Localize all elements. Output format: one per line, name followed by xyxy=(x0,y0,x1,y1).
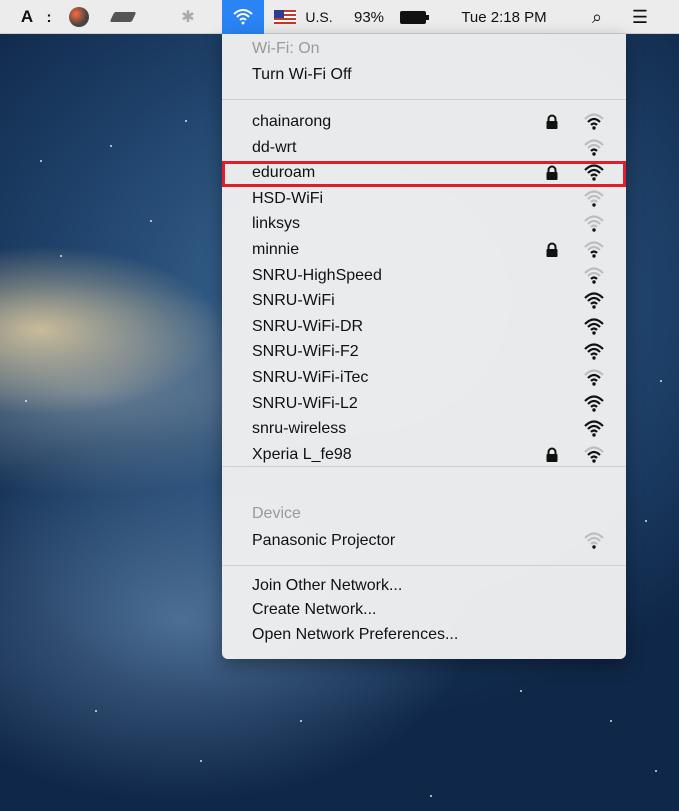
network-item-snru-wifi[interactable]: SNRU-WiFi xyxy=(222,289,626,313)
lock-icon xyxy=(544,242,560,258)
network-name: dd-wrt xyxy=(252,138,297,156)
wifi-signal-icon xyxy=(584,532,604,549)
open-network-preferences-item[interactable]: Open Network Preferences... xyxy=(252,623,458,647)
device-name: Panasonic Projector xyxy=(252,532,396,549)
network-name: minnie xyxy=(252,241,300,258)
device-item[interactable]: Panasonic Projector xyxy=(222,529,626,553)
network-name: SNRU-WiFi xyxy=(252,292,335,310)
wifi-signal-icon xyxy=(584,113,604,130)
drive-icon[interactable] xyxy=(108,0,138,34)
us-flag-icon[interactable] xyxy=(272,0,298,34)
network-name: linksys xyxy=(252,215,301,233)
network-item-snru-wireless[interactable]: snru-wireless xyxy=(222,417,626,441)
separator xyxy=(222,565,626,566)
network-item-snru-wifi-f2[interactable]: SNRU-WiFi-F2 xyxy=(222,340,626,364)
spotlight-search-icon[interactable]: ⌕ xyxy=(582,0,612,34)
wifi-signal-icon xyxy=(584,318,604,335)
wifi-status: Wi-Fi: On xyxy=(252,40,320,57)
network-name: SNRU-WiFi-DR xyxy=(252,317,364,335)
separator xyxy=(222,99,626,100)
device-header: Device xyxy=(252,505,301,522)
network-name: SNRU-WiFi-iTec xyxy=(252,369,369,386)
network-item-snru-wifi-dr[interactable]: SNRU-WiFi-DR xyxy=(222,315,626,339)
bluetooth-icon[interactable]: ✱ xyxy=(178,0,198,34)
wifi-signal-icon xyxy=(584,369,604,386)
network-item-linksys[interactable]: linksys xyxy=(222,212,626,236)
ball-icon[interactable] xyxy=(64,0,94,34)
wifi-signal-icon xyxy=(584,395,604,412)
network-name: snru-wireless xyxy=(252,420,347,438)
network-item-hsd-wifi[interactable]: HSD-WiFi xyxy=(222,187,626,211)
battery-icon[interactable] xyxy=(394,0,432,34)
wifi-dropdown-menu: Wi-Fi: On Turn Wi-Fi Off chainarong dd-wr… xyxy=(222,34,626,659)
lock-icon xyxy=(544,447,560,463)
lock-icon xyxy=(544,114,560,130)
network-item-chainarong[interactable]: chainarong xyxy=(222,110,626,134)
network-item-xperia-l-fe98[interactable]: Xperia L_fe98 xyxy=(222,443,626,467)
adobe-icon[interactable]: A xyxy=(14,0,40,34)
wifi-signal-icon xyxy=(584,215,604,233)
wifi-signal-icon xyxy=(584,190,604,207)
wifi-signal-icon xyxy=(584,420,604,437)
separator xyxy=(222,466,626,467)
network-item-dd-wrt[interactable]: dd-wrt xyxy=(222,136,626,160)
network-name: Xperia L_fe98 xyxy=(252,445,352,463)
wifi-signal-icon xyxy=(584,343,604,361)
join-other-network-item[interactable]: Join Other Network... xyxy=(252,574,402,598)
menu-bar: A : ✱ U.S. 93% Tue 2:18 PM ⌕ ☰ xyxy=(0,0,679,34)
clock[interactable]: Tue 2:18 PM xyxy=(446,0,562,34)
wifi-signal-icon xyxy=(584,292,604,309)
network-name: HSD-WiFi xyxy=(252,189,324,207)
wifi-menu-icon[interactable] xyxy=(222,0,264,34)
network-name: chainarong xyxy=(252,113,332,130)
network-item-minnie[interactable]: minnie xyxy=(222,238,626,262)
network-name: SNRU-WiFi-F2 xyxy=(252,343,359,361)
notification-center-icon[interactable]: ☰ xyxy=(625,0,655,34)
highlight-box xyxy=(222,161,626,187)
battery-percent[interactable]: 93% xyxy=(348,0,390,34)
dots-icon[interactable]: : xyxy=(44,0,54,34)
turn-wifi-off-item[interactable]: Turn Wi-Fi Off xyxy=(252,63,352,87)
wifi-signal-icon xyxy=(584,241,604,258)
network-item-snru-highspeed[interactable]: SNRU-HighSpeed xyxy=(222,264,626,288)
network-name: SNRU-WiFi-L2 xyxy=(252,394,358,412)
network-name: SNRU-HighSpeed xyxy=(252,266,382,284)
wifi-signal-icon xyxy=(584,446,604,463)
input-language[interactable]: U.S. xyxy=(302,0,336,34)
wifi-signal-icon xyxy=(584,267,604,284)
network-item-snru-wifi-itec[interactable]: SNRU-WiFi-iTec xyxy=(222,366,626,390)
network-item-snru-wifi-l2[interactable]: SNRU-WiFi-L2 xyxy=(222,392,626,416)
wifi-signal-icon xyxy=(584,139,604,156)
create-network-item[interactable]: Create Network... xyxy=(252,598,376,622)
